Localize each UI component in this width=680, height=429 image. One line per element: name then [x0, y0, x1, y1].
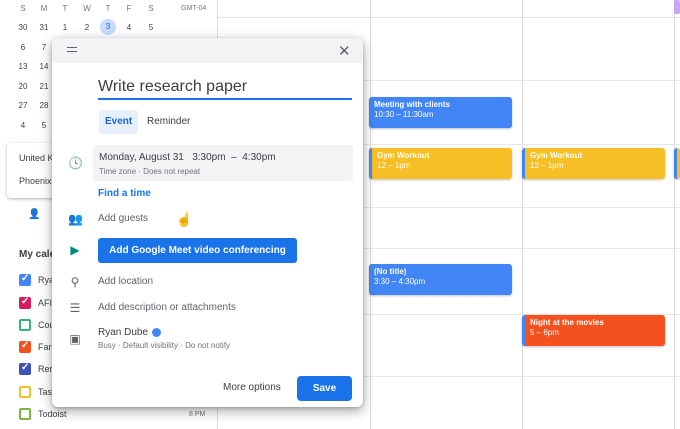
calendar-item-label: Tas	[38, 387, 53, 397]
tab-reminder[interactable]: Reminder	[141, 110, 196, 134]
description-icon: ☰	[69, 301, 81, 315]
checkbox-checked[interactable]	[19, 340, 31, 353]
time-label: 8 PM	[189, 411, 206, 418]
event-time: 12 – 1pm	[530, 161, 564, 170]
more-options-button[interactable]: More options	[223, 382, 281, 393]
calendar-owner[interactable]: Ryan Dube	[98, 327, 148, 338]
day-cell[interactable]: 27	[12, 101, 34, 110]
search-people-icon[interactable]: 👤	[28, 209, 40, 220]
event-title: Gym Workout	[530, 151, 583, 160]
date-time-text[interactable]: Monday, August 31 3:30pm – 4:30pm	[99, 152, 276, 163]
calendar-color-dot[interactable]	[152, 328, 161, 337]
timezone-line2: Phoenix	[19, 176, 52, 186]
event-title-input[interactable]: Write research paper	[98, 78, 352, 100]
checkbox-checked[interactable]	[19, 273, 31, 286]
event-no-title[interactable]: (No title) 3:30 – 4:30pm	[369, 264, 512, 295]
day-cell-today[interactable]: 3	[100, 19, 116, 35]
event-gym-workout[interactable]: Gym Workout 12 – 1pm	[522, 148, 665, 179]
dow-sun: S	[20, 4, 26, 13]
event-title: Night at the movies	[530, 318, 604, 327]
find-a-time-link[interactable]: Find a time	[98, 188, 151, 199]
calendar-app: S M T W T F S GMT-04 30 31 1 2 3 4 5 6 7…	[0, 0, 680, 429]
dow-mon: M	[40, 4, 48, 13]
day-cell[interactable]: 2	[76, 23, 98, 32]
add-guests-field[interactable]: Add guests	[98, 213, 148, 224]
dialog-header[interactable]: ✕	[52, 38, 363, 63]
checkbox-checked[interactable]	[19, 296, 31, 309]
event-title: Gym Workout	[377, 151, 430, 160]
calendar-icon: ▣	[69, 332, 81, 346]
drag-handle-icon[interactable]	[67, 47, 77, 52]
dow-wed: W	[83, 4, 91, 13]
checkbox-unchecked[interactable]	[19, 319, 31, 331]
column-divider	[674, 0, 675, 429]
calendar-item-label: Todoist	[38, 409, 67, 419]
people-icon: 👥	[68, 212, 83, 226]
event-gym-workout[interactable]: Gym Workout 12 – 1pm	[369, 148, 512, 179]
google-meet-icon: ▶	[70, 243, 80, 257]
date-time-selector[interactable]: Monday, August 31 3:30pm – 4:30pm Time z…	[93, 145, 353, 181]
day-cell[interactable]: 4	[118, 23, 140, 32]
timezone-line1: United K	[19, 153, 54, 163]
day-cell[interactable]: 6	[12, 43, 34, 52]
timezone-label: GMT-04	[181, 5, 207, 12]
checkbox-checked[interactable]	[19, 362, 31, 375]
close-icon[interactable]: ✕	[338, 42, 351, 60]
event-time: 5 – 6pm	[530, 328, 559, 337]
column-divider	[370, 0, 371, 429]
event-meeting-with-clients[interactable]: Meeting with clients 10:30 – 11:30am	[369, 97, 512, 128]
save-button[interactable]: Save	[297, 376, 352, 401]
checkbox-unchecked[interactable]	[19, 408, 31, 420]
availability-text[interactable]: Busy · Default visibility · Do not notif…	[98, 341, 230, 350]
dow-tue: T	[62, 4, 68, 13]
event-time: 3:30 – 4:30pm	[374, 277, 426, 286]
event-title: (No title)	[374, 267, 407, 276]
event-time: 10:30 – 11:30am	[374, 110, 434, 119]
day-cell[interactable]: 4	[12, 121, 34, 130]
event-dialog[interactable]: ✕ Write research paper Event Reminder 🕓 …	[52, 38, 363, 407]
event-chip-partial[interactable]	[674, 0, 680, 14]
hour-line	[218, 17, 680, 18]
day-cell[interactable]: 20	[12, 82, 34, 91]
day-cell[interactable]: 13	[12, 62, 34, 71]
timezone-repeat-text[interactable]: Time zone · Does not repeat	[99, 167, 200, 176]
dow-thu: T	[105, 4, 111, 13]
event-title: Meeting with clients	[374, 100, 451, 109]
day-cell[interactable]: 30	[12, 23, 34, 32]
day-cell[interactable]: 5	[140, 23, 162, 32]
event-partial[interactable]	[674, 148, 680, 179]
my-calendars-label[interactable]: My cale	[19, 249, 55, 260]
day-cell[interactable]: 31	[33, 23, 55, 32]
add-location-field[interactable]: Add location	[98, 276, 153, 287]
dow-fri: F	[126, 4, 132, 13]
add-description-field[interactable]: Add description or attachments	[98, 302, 236, 313]
add-meet-button[interactable]: Add Google Meet video conferencing	[98, 238, 297, 263]
dow-sat: S	[148, 4, 154, 13]
checkbox-unchecked[interactable]	[19, 386, 31, 398]
calendar-item-label: Rer	[38, 364, 53, 374]
event-time: 12 – 1pm	[377, 161, 411, 170]
hand-cursor-icon: ☝	[176, 212, 193, 227]
clock-icon: 🕓	[68, 156, 83, 170]
location-pin-icon: ⚲	[70, 275, 80, 289]
calendar-item-label: AFI	[38, 298, 53, 308]
tab-event[interactable]: Event	[99, 110, 139, 134]
column-divider	[522, 0, 523, 429]
event-night-at-the-movies[interactable]: Night at the movies 5 – 6pm	[522, 315, 665, 346]
day-cell[interactable]: 1	[54, 23, 76, 32]
